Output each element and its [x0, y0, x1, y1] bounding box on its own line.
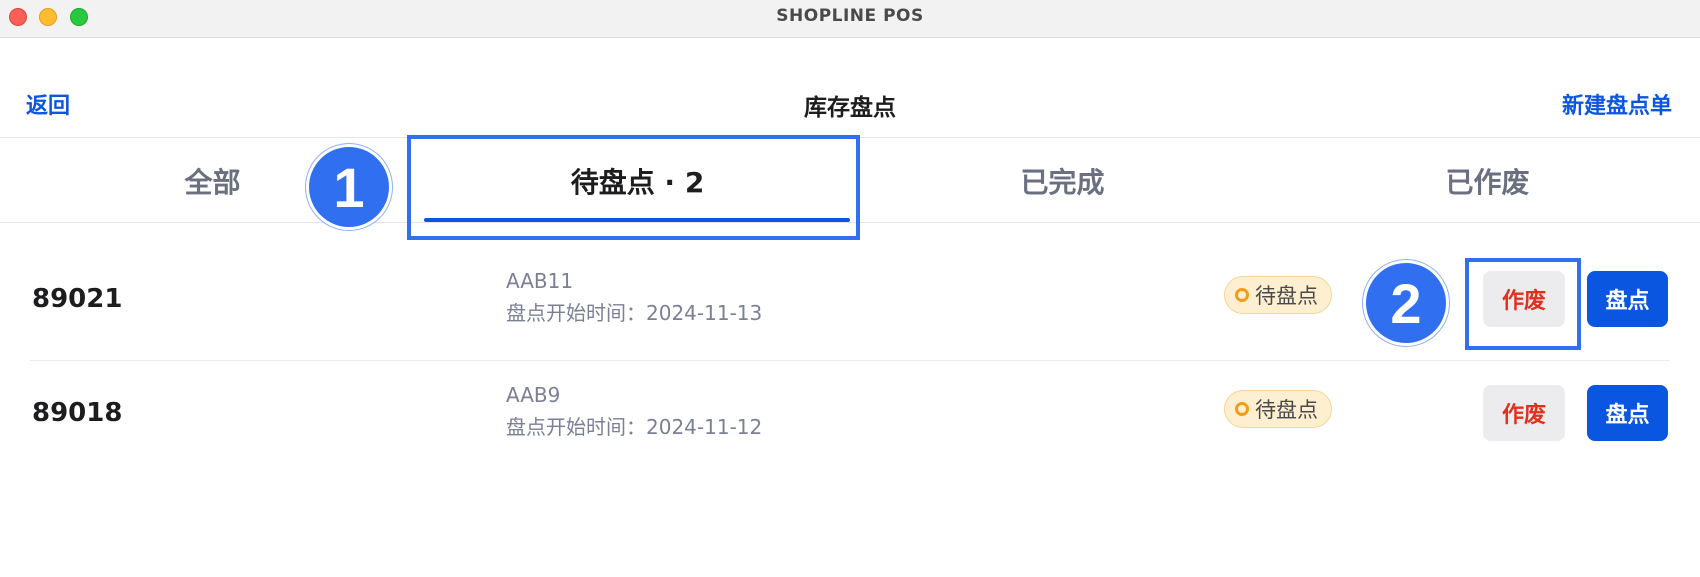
- count-button[interactable]: 盘点: [1587, 385, 1668, 441]
- tab-completed[interactable]: 已完成: [850, 139, 1275, 223]
- step-2-badge: 2: [1363, 260, 1449, 346]
- stocktake-start-time: 盘点开始时间：2024-11-13: [506, 301, 763, 325]
- window-title: SHOPLINE POS: [776, 6, 924, 26]
- highlight-box-void-button: [1465, 258, 1581, 350]
- stocktake-row[interactable]: 89018 AAB9 盘点开始时间：2024-11-12 待盘点 作废 盘点: [30, 361, 1670, 475]
- stocktake-code: AAB9: [506, 383, 561, 407]
- page-title: 库存盘点: [804, 95, 896, 121]
- stocktake-start-time: 盘点开始时间：2024-11-12: [506, 415, 763, 439]
- tab-voided[interactable]: 已作废: [1275, 139, 1700, 223]
- stocktake-code: AAB11: [506, 269, 574, 293]
- stocktake-id: 89018: [32, 398, 123, 428]
- step-1-badge: 1: [306, 144, 392, 230]
- stocktake-id: 89021: [32, 284, 123, 314]
- new-stocktake-button[interactable]: 新建盘点单: [1562, 88, 1672, 120]
- status-badge: 待盘点: [1224, 276, 1332, 314]
- pending-dot-icon: [1235, 288, 1249, 302]
- void-button[interactable]: 作废: [1483, 385, 1565, 441]
- status-badge: 待盘点: [1224, 390, 1332, 428]
- window-titlebar: SHOPLINE POS: [0, 0, 1700, 38]
- navigation-bar: 返回 库存盘点 新建盘点单: [0, 38, 1700, 138]
- status-label: 待盘点: [1255, 284, 1318, 308]
- count-button[interactable]: 盘点: [1587, 271, 1668, 327]
- highlight-box-pending-tab: [407, 135, 860, 240]
- pending-dot-icon: [1235, 402, 1249, 416]
- status-label: 待盘点: [1255, 398, 1318, 422]
